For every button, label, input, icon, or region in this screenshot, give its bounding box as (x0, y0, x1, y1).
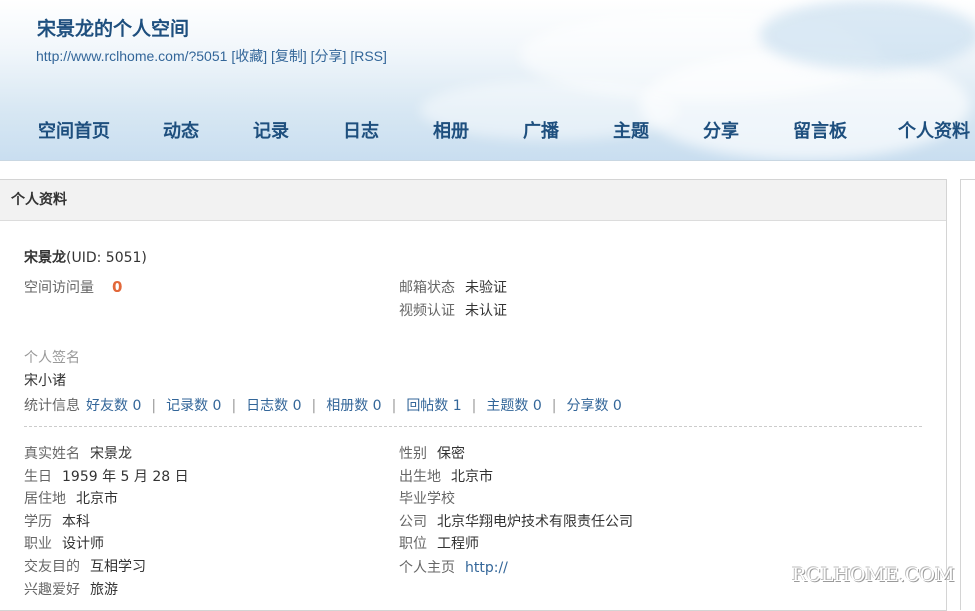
stat-shares-link[interactable]: 分享数 0 (566, 398, 621, 414)
video-cert-label: 视频认证 (399, 303, 455, 319)
nav-broadcast[interactable]: 广播 (523, 117, 559, 143)
nav-feed[interactable]: 动态 (163, 117, 199, 143)
nav-records[interactable]: 记录 (253, 117, 289, 143)
stat-albums-link[interactable]: 相册数 0 (326, 398, 381, 414)
nav-guestbook[interactable]: 留言板 (793, 117, 847, 143)
field-education: 学历 本科 (24, 511, 90, 531)
space-header: 宋景龙的个人空间 http://www.rclhome.com/?5051 [收… (0, 0, 975, 161)
field-label: 交友目的 (24, 559, 80, 575)
field-label: 兴趣爱好 (24, 582, 80, 598)
field-label: 出生地 (399, 469, 441, 485)
nav-profile[interactable]: 个人资料 (898, 117, 970, 143)
field-birthplace: 出生地 北京市 (399, 466, 493, 486)
space-url-link[interactable]: http://www.rclhome.com/?5051 (36, 48, 227, 64)
field-value: 1959 年 5 月 28 日 (62, 469, 189, 485)
field-gender: 性别 保密 (399, 443, 465, 463)
stat-separator: | (311, 398, 317, 414)
space-links: http://www.rclhome.com/?5051 [收藏] [复制] [… (36, 46, 387, 66)
rss-link[interactable]: [RSS] (350, 48, 387, 64)
stat-separator: | (471, 398, 477, 414)
sidebar-edge (960, 179, 975, 610)
stat-topics-link[interactable]: 主题数 0 (486, 398, 541, 414)
email-status-label: 邮箱状态 (399, 280, 455, 296)
field-label: 学历 (24, 514, 52, 530)
main-nav: 空间首页 动态 记录 日志 相册 广播 主题 分享 留言板 个人资料 (0, 117, 975, 147)
field-value: 旅游 (90, 582, 118, 598)
site-watermark: RCLHOME.COM (792, 564, 955, 586)
field-homepage: 个人主页 http:// (399, 557, 508, 577)
section-divider (24, 426, 922, 427)
field-hobbies: 兴趣爱好 旅游 (24, 579, 118, 599)
profile-uid: (UID: 5051) (66, 250, 147, 266)
nav-album[interactable]: 相册 (433, 117, 469, 143)
video-cert-row: 视频认证 未认证 (399, 300, 507, 320)
panel-title: 个人资料 (0, 180, 946, 221)
visits-row: 空间访问量 0 (24, 277, 122, 297)
field-value: 北京华翔电炉技术有限责任公司 (437, 514, 633, 530)
field-value: 保密 (437, 446, 465, 462)
field-value: 互相学习 (90, 559, 146, 575)
space-title[interactable]: 宋景龙的个人空间 (37, 14, 189, 41)
video-cert-value: 未认证 (465, 303, 507, 319)
stat-separator: | (391, 398, 397, 414)
copy-link[interactable]: [复制] (271, 48, 307, 64)
favorite-link[interactable]: [收藏] (231, 48, 267, 64)
stat-separator: | (151, 398, 157, 414)
nav-blog[interactable]: 日志 (343, 117, 379, 143)
profile-name-line: 宋景龙(UID: 5051) (24, 247, 147, 267)
field-label: 居住地 (24, 491, 66, 507)
nav-home[interactable]: 空间首页 (38, 117, 110, 143)
cloud-decoration (760, 0, 975, 70)
stat-separator: | (551, 398, 557, 414)
field-value: 设计师 (62, 536, 104, 552)
field-value: 宋景龙 (90, 446, 132, 462)
stats-row: 统计信息 好友数 0 | 记录数 0 | 日志数 0 | 相册数 0 | 回帖数 1 | 主题数 0 |… (24, 395, 622, 415)
signature-value: 宋小诸 (24, 373, 66, 389)
field-label: 毕业学校 (399, 491, 455, 507)
homepage-link[interactable]: http:// (465, 560, 508, 576)
field-label: 公司 (399, 514, 427, 530)
profile-name: 宋景龙 (24, 250, 66, 266)
nav-topics[interactable]: 主题 (613, 117, 649, 143)
field-birthday: 生日 1959 年 5 月 28 日 (24, 466, 189, 486)
field-label: 真实姓名 (24, 446, 80, 462)
field-real-name: 真实姓名 宋景龙 (24, 443, 132, 463)
field-value: 北京市 (451, 469, 493, 485)
email-status-value: 未验证 (465, 280, 507, 296)
field-value: 北京市 (76, 491, 118, 507)
field-label: 职位 (399, 536, 427, 552)
field-friend-purpose: 交友目的 互相学习 (24, 556, 146, 576)
email-status-row: 邮箱状态 未验证 (399, 277, 507, 297)
field-label: 性别 (399, 446, 427, 462)
field-position: 职位 工程师 (399, 533, 479, 553)
field-label: 生日 (24, 469, 52, 485)
field-residence: 居住地 北京市 (24, 488, 118, 508)
stats-label: 统计信息 (24, 398, 80, 414)
field-value: 本科 (62, 514, 90, 530)
signature-label: 个人签名 (24, 350, 80, 366)
stat-separator: | (231, 398, 237, 414)
stat-friends-link[interactable]: 好友数 0 (86, 398, 141, 414)
visits-count: 0 (112, 278, 123, 296)
field-occupation: 职业 设计师 (24, 533, 104, 553)
share-link[interactable]: [分享] (311, 48, 347, 64)
field-label: 个人主页 (399, 560, 455, 576)
nav-share[interactable]: 分享 (703, 117, 739, 143)
field-school: 毕业学校 (399, 488, 465, 508)
field-value: 工程师 (437, 536, 479, 552)
visits-label: 空间访问量 (24, 280, 94, 296)
field-company: 公司 北京华翔电炉技术有限责任公司 (399, 511, 633, 531)
stat-records-link[interactable]: 记录数 0 (166, 398, 221, 414)
stat-replies-link[interactable]: 回帖数 1 (406, 398, 461, 414)
field-label: 职业 (24, 536, 52, 552)
stat-blogs-link[interactable]: 日志数 0 (246, 398, 301, 414)
